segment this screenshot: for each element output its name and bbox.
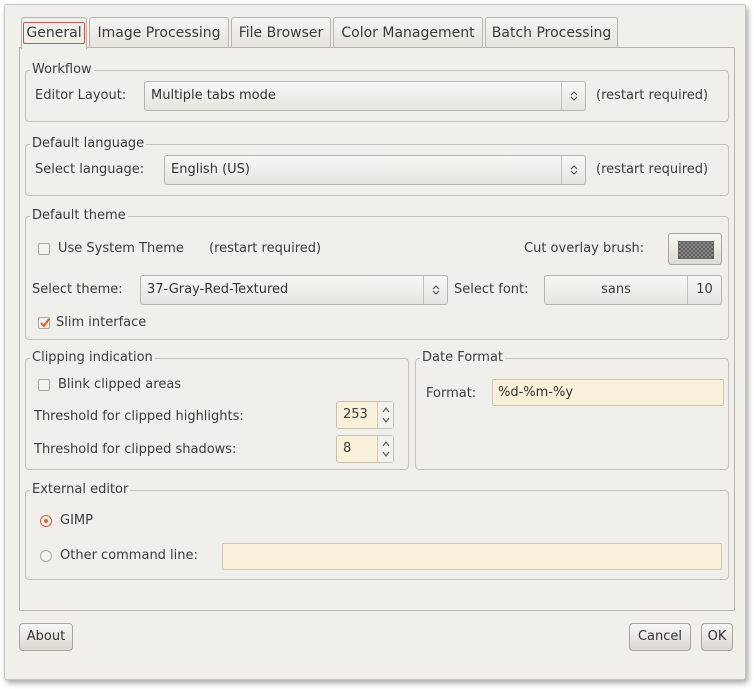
external-editor-frame: External editor GIMP Other command line: bbox=[25, 481, 729, 580]
tab-image-processing-label: Image Processing bbox=[97, 25, 221, 41]
blink-clipped-label[interactable]: Blink clipped areas bbox=[58, 376, 181, 394]
language-title: Default language bbox=[30, 135, 147, 153]
language-value: English (US) bbox=[171, 162, 250, 177]
tab-general[interactable]: General bbox=[21, 17, 87, 49]
tab-image-processing[interactable]: Image Processing bbox=[89, 17, 229, 48]
checkmark-icon bbox=[40, 318, 50, 328]
spin-up-icon bbox=[382, 407, 390, 413]
slim-interface-label[interactable]: Slim interface bbox=[56, 314, 146, 332]
language-frame: Default language Select language: Englis… bbox=[25, 135, 729, 196]
theme-title: Default theme bbox=[30, 207, 128, 225]
tab-batch-processing-label: Batch Processing bbox=[491, 25, 612, 41]
theme-frame: Default theme Use System Theme (restart … bbox=[25, 207, 729, 340]
clipping-frame: Clipping indication Blink clipped areas … bbox=[25, 349, 409, 470]
combo-arrows-icon bbox=[561, 82, 585, 110]
combo-arrows-icon bbox=[561, 156, 585, 184]
date-format-input[interactable]: %d-%m-%y bbox=[492, 379, 724, 406]
select-language-label: Select language: bbox=[35, 162, 145, 177]
date-format-title: Date Format bbox=[420, 349, 506, 367]
cut-overlay-brush-button[interactable] bbox=[668, 233, 722, 265]
general-tab-panel: Workflow Editor Layout: Multiple tabs mo… bbox=[19, 47, 735, 611]
gimp-label[interactable]: GIMP bbox=[60, 512, 93, 530]
theme-select[interactable]: 37-Gray-Red-Textured bbox=[140, 275, 448, 305]
font-size: 10 bbox=[687, 276, 721, 304]
tab-file-browser[interactable]: File Browser bbox=[231, 17, 331, 48]
theme-value: 37-Gray-Red-Textured bbox=[147, 282, 289, 297]
about-button[interactable]: About bbox=[19, 623, 73, 651]
font-button[interactable]: sans 10 bbox=[544, 275, 722, 305]
slim-interface-checkbox[interactable] bbox=[38, 317, 50, 329]
highlights-threshold-value: 253 bbox=[343, 407, 368, 422]
spin-up-icon bbox=[382, 441, 390, 447]
cut-overlay-label: Cut overlay brush: bbox=[524, 241, 645, 256]
editor-layout-label: Editor Layout: bbox=[35, 88, 127, 103]
language-restart-note: (restart required) bbox=[596, 162, 709, 177]
editor-layout-select[interactable]: Multiple tabs mode bbox=[144, 81, 586, 111]
date-format-label: Format: bbox=[426, 386, 477, 401]
cancel-label: Cancel bbox=[637, 629, 683, 644]
language-select[interactable]: English (US) bbox=[164, 155, 586, 185]
font-name: sans bbox=[601, 282, 631, 297]
use-system-theme-label[interactable]: Use System Theme bbox=[58, 240, 184, 258]
other-command-label[interactable]: Other command line: bbox=[60, 547, 198, 565]
blink-clipped-checkbox[interactable] bbox=[38, 379, 50, 391]
workflow-restart-note: (restart required) bbox=[596, 88, 709, 103]
workflow-title: Workflow bbox=[30, 61, 94, 79]
editor-layout-value: Multiple tabs mode bbox=[151, 88, 276, 103]
shadows-threshold-spinner[interactable]: 8 bbox=[336, 435, 394, 463]
use-system-theme-note: (restart required) bbox=[209, 241, 322, 256]
ok-button[interactable]: OK bbox=[701, 623, 733, 651]
preferences-dialog: General Image Processing File Browser Co… bbox=[4, 4, 746, 680]
other-command-radio[interactable] bbox=[40, 550, 52, 562]
spin-buttons[interactable] bbox=[377, 402, 393, 428]
cancel-button[interactable]: Cancel bbox=[629, 623, 691, 651]
date-format-value: %d-%m-%y bbox=[498, 385, 574, 400]
workflow-frame: Workflow Editor Layout: Multiple tabs mo… bbox=[25, 61, 729, 122]
tab-file-browser-label: File Browser bbox=[238, 25, 324, 41]
external-editor-title: External editor bbox=[30, 481, 131, 499]
clipping-title: Clipping indication bbox=[30, 349, 155, 367]
gimp-radio[interactable] bbox=[40, 515, 52, 527]
tab-color-management-label: Color Management bbox=[341, 25, 475, 41]
tab-general-label: General bbox=[23, 22, 85, 44]
other-command-input[interactable] bbox=[222, 543, 722, 570]
tab-color-management[interactable]: Color Management bbox=[333, 17, 483, 48]
about-label: About bbox=[26, 629, 66, 644]
spin-buttons[interactable] bbox=[377, 436, 393, 462]
spin-down-icon bbox=[382, 417, 390, 423]
shadows-threshold-value: 8 bbox=[343, 441, 352, 456]
combo-arrows-icon bbox=[423, 276, 447, 304]
tab-batch-processing[interactable]: Batch Processing bbox=[485, 17, 618, 48]
date-format-frame: Date Format Format: %d-%m-%y bbox=[415, 349, 729, 470]
select-theme-label: Select theme: bbox=[32, 282, 123, 297]
select-font-label: Select font: bbox=[454, 282, 529, 297]
overlay-brush-swatch bbox=[678, 241, 714, 259]
highlights-threshold-label: Threshold for clipped highlights: bbox=[34, 409, 244, 424]
highlights-threshold-spinner[interactable]: 253 bbox=[336, 401, 394, 429]
ok-label: OK bbox=[707, 629, 727, 644]
shadows-threshold-label: Threshold for clipped shadows: bbox=[34, 442, 237, 457]
spin-down-icon bbox=[382, 451, 390, 457]
use-system-theme-checkbox[interactable] bbox=[38, 243, 50, 255]
